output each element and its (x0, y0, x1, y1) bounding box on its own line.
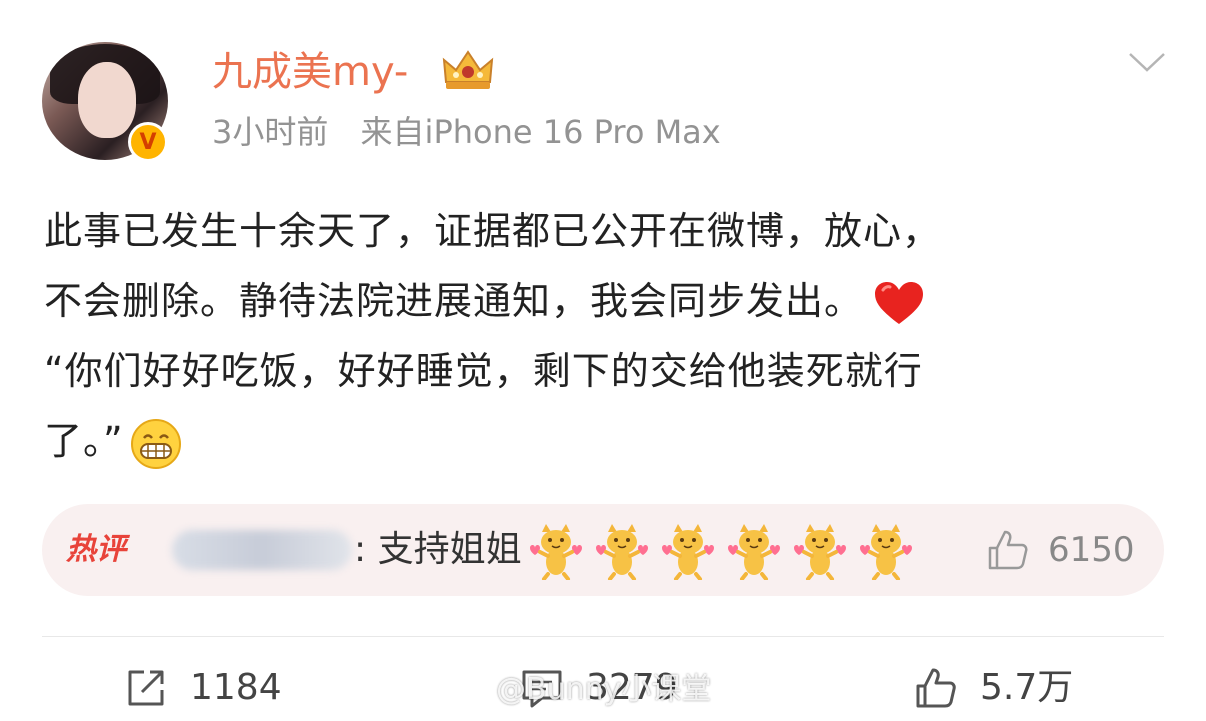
avatar-face (78, 62, 136, 138)
post-text: 此事已发生十余天了，证据都已公开在微博，放心， 不会删除。静待法院进展通知，我会… (44, 196, 1144, 476)
grin-icon (130, 418, 181, 469)
divider (42, 636, 1164, 637)
repost-button[interactable]: 1184 (124, 662, 282, 714)
like-button[interactable]: 5.7万 (914, 662, 1073, 714)
heart-icon (875, 281, 924, 324)
hot-comment-username-blurred (172, 530, 352, 570)
post-source[interactable]: 来自iPhone 16 Pro Max (361, 113, 721, 151)
chevron-down-icon[interactable] (1128, 50, 1166, 74)
cat-sticker-icon (728, 524, 780, 580)
crown-icon (442, 50, 494, 89)
cat-sticker-icon (596, 524, 648, 580)
repost-count: 1184 (190, 667, 282, 708)
cat-sticker-icon (662, 524, 714, 580)
post-line: “你们好好吃饭，好好睡觉，剩下的交给他装死就行 (44, 349, 923, 393)
like-count: 5.7万 (980, 667, 1074, 708)
hot-comment-like-count: 6150 (1048, 530, 1135, 570)
hot-comment-tag: 热评 (66, 532, 126, 567)
post-line: 此事已发生十余天了，证据都已公开在微博，放心， (44, 209, 942, 253)
cat-sticker-icon (794, 524, 846, 580)
watermark: @Bunny小课堂 (496, 672, 712, 707)
username[interactable]: 九成美my- (212, 44, 408, 100)
cat-sticker-icon (860, 524, 912, 580)
repost-icon (128, 670, 164, 706)
cat-sticker-icon (530, 524, 582, 580)
thumbs-up-icon[interactable] (986, 528, 1030, 572)
hot-comment-stickers (526, 522, 916, 580)
post-meta: 3小时前 来自iPhone 16 Pro Max (212, 108, 721, 156)
post-line: 了。” (44, 406, 1144, 476)
hot-comment[interactable]: 热评 : 支持姐姐 6150 (42, 504, 1164, 596)
hot-comment-text: : 支持姐姐 (354, 529, 522, 570)
post-line: 不会删除。静待法院进展通知，我会同步发出。 (44, 266, 1144, 336)
post-time: 3小时前 (212, 113, 329, 151)
thumbs-up-icon (916, 668, 956, 708)
verified-badge-icon: V (128, 122, 168, 162)
